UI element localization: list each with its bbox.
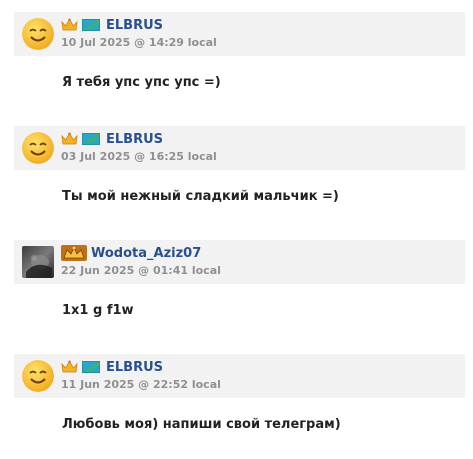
comment-header: Wodota_Aziz07 22 Jun 2025 @ 01:41 local bbox=[14, 240, 465, 284]
flag-icon bbox=[82, 361, 100, 373]
name-line: ELBRUS bbox=[61, 130, 163, 148]
username-link[interactable]: ELBRUS bbox=[106, 132, 163, 147]
avatar[interactable] bbox=[22, 246, 54, 278]
avatar[interactable] bbox=[22, 132, 54, 164]
post-timestamp: 11 Jun 2025 @ 22:52 local bbox=[61, 378, 221, 391]
comment-post: ELBRUS 10 Jul 2025 @ 14:29 local Я тебя … bbox=[14, 12, 465, 90]
crown-icon bbox=[61, 360, 78, 373]
smiley-face-icon bbox=[22, 360, 54, 392]
dark-photo-icon bbox=[22, 246, 54, 278]
username-link[interactable]: ELBRUS bbox=[106, 360, 163, 375]
name-line: ELBRUS bbox=[61, 358, 163, 376]
comment-post: ELBRUS 03 Jul 2025 @ 16:25 local Ты мой … bbox=[14, 126, 465, 204]
comment-text: Любовь моя) напиши свой телеграм) bbox=[62, 417, 341, 432]
crown-icon bbox=[61, 18, 78, 31]
comment-feed: ELBRUS 10 Jul 2025 @ 14:29 local Я тебя … bbox=[0, 0, 473, 459]
name-line: ELBRUS bbox=[61, 16, 163, 34]
post-timestamp: 22 Jun 2025 @ 01:41 local bbox=[61, 264, 221, 277]
comment-text: Ты мой нежный сладкий мальчик =) bbox=[62, 189, 339, 204]
post-timestamp: 10 Jul 2025 @ 14:29 local bbox=[61, 36, 217, 49]
comment-header: ELBRUS 03 Jul 2025 @ 16:25 local bbox=[14, 126, 465, 170]
comment-text: Я тебя упс упс упс =) bbox=[62, 75, 221, 90]
smiley-face-icon bbox=[22, 18, 54, 50]
username-link[interactable]: ELBRUS bbox=[106, 18, 163, 33]
comment-post: Wodota_Aziz07 22 Jun 2025 @ 01:41 local … bbox=[14, 240, 465, 318]
comment-post: ELBRUS 11 Jun 2025 @ 22:52 local Любовь … bbox=[14, 354, 465, 432]
comment-header: ELBRUS 10 Jul 2025 @ 14:29 local bbox=[14, 12, 465, 56]
crown-icon bbox=[61, 132, 78, 145]
post-timestamp: 03 Jul 2025 @ 16:25 local bbox=[61, 150, 217, 163]
comment-header: ELBRUS 11 Jun 2025 @ 22:52 local bbox=[14, 354, 465, 398]
avatar[interactable] bbox=[22, 18, 54, 50]
avatar[interactable] bbox=[22, 360, 54, 392]
flag-icon bbox=[82, 133, 100, 145]
username-link[interactable]: Wodota_Aziz07 bbox=[91, 246, 201, 261]
flag-icon bbox=[82, 19, 100, 31]
rank-icon bbox=[61, 245, 87, 261]
name-line: Wodota_Aziz07 bbox=[61, 244, 201, 262]
smiley-face-icon bbox=[22, 132, 54, 164]
comment-text: 1x1 g f1w bbox=[62, 303, 134, 318]
